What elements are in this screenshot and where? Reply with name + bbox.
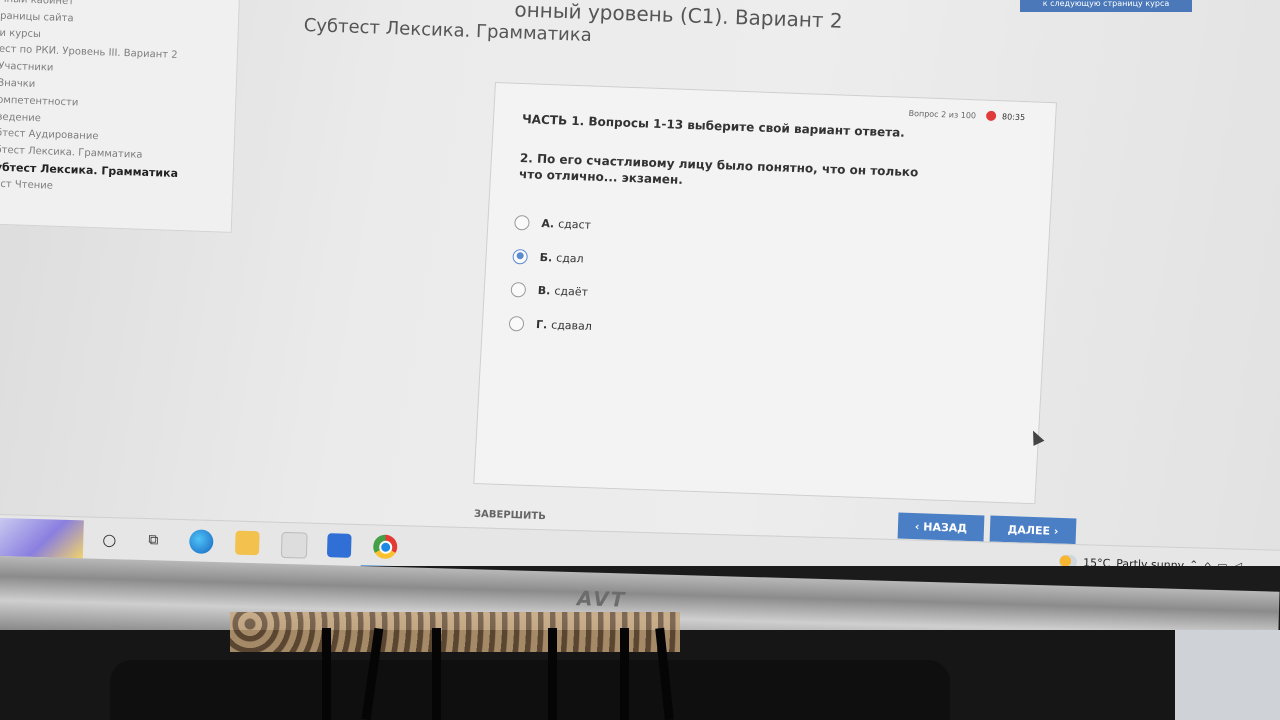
chevron-up-icon[interactable]: ⌃ xyxy=(1189,558,1199,566)
butterfly-wallpaper-thumbnail xyxy=(0,517,84,559)
wall-background xyxy=(1175,630,1280,720)
cable xyxy=(432,628,441,720)
question-counter: Вопрос 2 из 100 xyxy=(908,108,977,120)
volume-icon[interactable]: ◁ xyxy=(1233,559,1242,566)
monitor-stand xyxy=(110,660,950,720)
option-text: сдавал xyxy=(550,318,593,333)
page-heading: онный уровень (С1). Вариант 2 Субтест Ле… xyxy=(303,0,843,57)
cable xyxy=(620,628,629,720)
task-view-icon[interactable]: ⧉ xyxy=(141,528,166,553)
answer-option-b[interactable]: Б. сдал xyxy=(512,239,597,275)
finish-button[interactable]: ЗАВЕРШИТЬ xyxy=(474,509,546,522)
radio-button-selected[interactable] xyxy=(512,248,529,265)
partly-sunny-icon xyxy=(1058,554,1078,566)
mail-icon[interactable] xyxy=(326,533,352,558)
answer-option-g[interactable]: Г. сдавал xyxy=(508,306,593,342)
option-text: сдаёт xyxy=(554,284,589,299)
cable xyxy=(322,628,331,720)
search-icon[interactable]: ○ xyxy=(97,527,122,552)
network-icon[interactable]: ⌂ xyxy=(1204,559,1211,566)
timer-icon xyxy=(985,110,997,122)
display-icon[interactable]: ▭ xyxy=(1217,559,1228,566)
option-letter: В. xyxy=(537,284,551,298)
cable xyxy=(548,628,557,720)
edge-icon[interactable] xyxy=(188,529,214,554)
question-meta: Вопрос 2 из 100 80:35 xyxy=(908,108,1025,122)
system-tray[interactable]: ⌃ ⌂ ▭ ◁ xyxy=(1189,558,1242,566)
timer-value: 80:35 xyxy=(1001,111,1026,122)
weather-condition: Partly sunny xyxy=(1116,556,1185,566)
option-letter: А. xyxy=(541,217,555,231)
timer: 80:35 xyxy=(985,110,1026,122)
next-button[interactable]: ДАЛЕЕ › xyxy=(989,515,1077,545)
option-letter: Б. xyxy=(539,250,553,265)
store-icon[interactable] xyxy=(280,531,308,559)
weather-temperature: 15°C xyxy=(1082,555,1111,566)
radio-button[interactable] xyxy=(508,315,525,332)
option-letter: Г. xyxy=(535,317,548,332)
web-page: чный кабинет раницы сайта и курсы ест по… xyxy=(0,0,1280,545)
next-page-button[interactable]: к следующую страницу курса xyxy=(1020,0,1192,12)
file-explorer-icon[interactable] xyxy=(234,530,260,556)
radio-button[interactable] xyxy=(510,282,527,298)
course-navigation-sidebar: чный кабинет раницы сайта и курсы ест по… xyxy=(0,0,240,233)
option-text: сдал xyxy=(555,251,585,266)
back-button[interactable]: ‹ НАЗАД xyxy=(897,512,985,542)
question-card: Вопрос 2 из 100 80:35 ЧАСТЬ 1. Вопросы 1… xyxy=(473,82,1057,505)
radio-button[interactable] xyxy=(514,215,530,231)
windows-taskbar: ○ ⧉ 15°C Partly sunny ⌃ ⌂ ▭ ◁ xyxy=(0,514,1280,566)
answer-option-v[interactable]: В. сдаёт xyxy=(510,273,595,309)
part-instructions: ЧАСТЬ 1. Вопросы 1-13 выберите свой вари… xyxy=(521,112,906,140)
answer-options: А. сдаст Б. сдал В. сдаёт Г. сдавал xyxy=(508,206,598,343)
option-text: сдаст xyxy=(557,217,592,232)
monitor-screen: чный кабинет раницы сайта и курсы ест по… xyxy=(0,0,1280,566)
question-text: 2. По его счастливому лицу было понятно,… xyxy=(518,151,919,187)
answer-option-a[interactable]: А. сдаст xyxy=(514,206,599,242)
chrome-icon[interactable] xyxy=(372,534,398,560)
monitor-brand-logo: AVT xyxy=(576,586,627,612)
weather-widget[interactable]: 15°C Partly sunny xyxy=(1058,554,1185,566)
patterned-fabric xyxy=(230,612,680,652)
